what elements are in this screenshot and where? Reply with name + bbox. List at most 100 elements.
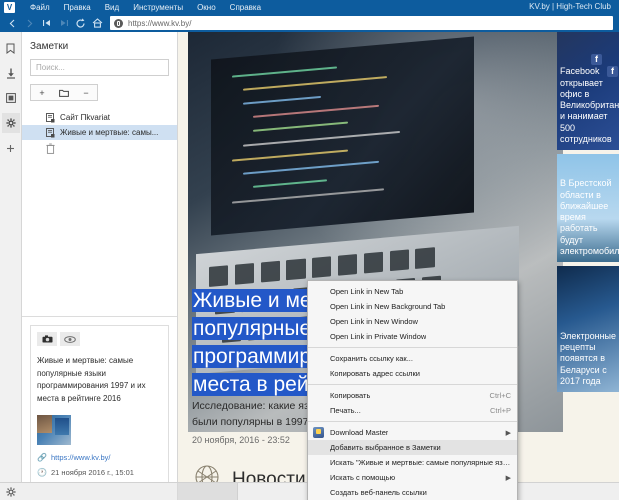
back-icon[interactable] (4, 15, 21, 31)
add-panel-icon[interactable] (2, 138, 20, 158)
notes-list: Сайт Пkvariat Живые и мертвые: самы... (22, 110, 177, 156)
new-folder-icon[interactable] (53, 85, 75, 100)
home-icon[interactable] (89, 15, 106, 31)
hero-laptop-screen (210, 36, 473, 236)
news-card-1[interactable]: f f Facebook открывает офис в Великобрит… (557, 32, 619, 150)
context-menu-separator (308, 384, 517, 385)
notes-panel: Заметки Поиск... + − Сайт Пkvariat Живые… (22, 32, 178, 500)
news-sidebar: f f Facebook открывает офис в Великобрит… (557, 32, 619, 392)
note-detail-toolbar (37, 332, 162, 347)
note-detail-url[interactable]: https://www.kv.by/ (51, 453, 110, 462)
note-detail-url-row: 🔗 https://www.kv.by/ (37, 453, 162, 462)
reload-icon[interactable] (72, 15, 89, 31)
panels-icon[interactable] (2, 88, 20, 108)
context-menu-separator (308, 421, 517, 422)
context-menu-item-label: Искать "Живые и мертвые: самые популярны… (330, 458, 511, 467)
status-gear-icon[interactable] (0, 486, 22, 497)
context-menu-item[interactable]: Download Master ▶ (308, 425, 517, 440)
news-card-text: Электронные рецепты появятся в Беларуси … (560, 330, 617, 386)
notes-panel-title: Заметки (30, 41, 69, 52)
context-menu-item[interactable]: Сохранить ссылку как... (308, 351, 517, 366)
notes-search-placeholder: Поиск... (36, 63, 65, 72)
bookmarks-icon[interactable] (2, 38, 20, 58)
context-menu-item[interactable]: Копировать адрес ссылки (308, 366, 517, 381)
context-menu-item-shortcut: Ctrl+C (489, 391, 511, 400)
note-detail-card: Живые и мертвые: самые популярные языки … (30, 325, 169, 492)
note-list-item-label: Живые и мертвые: самы... (60, 128, 159, 137)
news-card-2[interactable]: В Брестской области в ближайшее время ра… (557, 154, 619, 262)
browser-window: V Файл Правка Вид Инструменты Окно Справ… (0, 0, 619, 500)
context-menu-item-label: Копировать (330, 391, 371, 400)
status-bar-segment-filled (178, 482, 238, 500)
note-list-item-1[interactable]: Сайт Пkvariat (22, 110, 177, 125)
context-menu-item[interactable]: Искать с помощью ▶ (308, 470, 517, 485)
context-menu-item[interactable]: Open Link in New Background Tab (308, 299, 517, 314)
status-bar-segment (22, 482, 178, 500)
context-menu-item-label: Download Master (330, 428, 389, 437)
note-detail-date-row: 🕐 21 ноября 2016 г., 15:01 (37, 468, 162, 477)
navigation-toolbar: https://www.kv.by/ (0, 14, 619, 32)
context-menu-item-label: Open Link in New Tab (330, 287, 404, 296)
context-menu-item[interactable]: Копировать Ctrl+C (308, 388, 517, 403)
clock-icon: 🕐 (37, 468, 47, 477)
menu-item-edit[interactable]: Правка (57, 3, 98, 12)
menu-item-tools[interactable]: Инструменты (126, 3, 190, 12)
security-icon (114, 18, 123, 28)
context-menu-item-label: Создать веб-панель ссылки (330, 488, 427, 497)
app-logo-icon[interactable]: V (4, 1, 15, 13)
context-menu-item[interactable]: Печать... Ctrl+P (308, 403, 517, 418)
menu-item-view[interactable]: Вид (98, 3, 126, 12)
context-menu-item-label: Добавить выбранное в Заметки (330, 443, 441, 452)
context-menu-item[interactable]: Open Link in Private Window (308, 329, 517, 344)
note-list-item-2[interactable]: Живые и мертвые: самы... (22, 125, 177, 140)
context-menu-item-label: Копировать адрес ссылки (330, 369, 420, 378)
menu-item-file[interactable]: Файл (23, 3, 57, 12)
forward-icon[interactable] (21, 15, 38, 31)
context-menu-item-label: Open Link in New Window (330, 317, 418, 326)
context-menu-item[interactable]: Добавить выбранное в Заметки (308, 440, 517, 455)
add-note-button[interactable]: + (31, 85, 53, 100)
news-card-3[interactable]: Электронные рецепты появятся в Беларуси … (557, 266, 619, 392)
fast-forward-icon[interactable] (55, 15, 72, 31)
notes-toolbar: + − (30, 84, 98, 101)
panel-rail (0, 32, 22, 500)
menu-bar: V Файл Правка Вид Инструменты Окно Справ… (0, 0, 619, 14)
context-menu-item-label: Искать с помощью (330, 473, 396, 482)
address-bar[interactable]: https://www.kv.by/ (110, 16, 613, 30)
notes-trash-item[interactable] (22, 140, 177, 156)
notes-divider (22, 316, 177, 318)
remove-note-button[interactable]: − (75, 85, 97, 100)
menu-item-help[interactable]: Справка (223, 3, 268, 12)
news-card-text: Facebook открывает офис в Великобритании… (560, 66, 619, 144)
context-menu-item-label: Open Link in New Background Tab (330, 302, 446, 311)
context-menu-item-label: Сохранить ссылку как... (330, 354, 413, 363)
rewind-icon[interactable] (38, 15, 55, 31)
submenu-arrow-icon: ▶ (505, 474, 511, 482)
context-menu-item[interactable]: Создать веб-панель ссылки (308, 485, 517, 500)
context-menu-item[interactable]: Open Link in New Tab (308, 284, 517, 299)
note-detail-thumbnail[interactable] (37, 415, 71, 445)
note-list-item-label: Сайт Пkvariat (60, 113, 110, 122)
address-bar-value[interactable]: https://www.kv.by/ (128, 19, 191, 28)
trash-icon (46, 143, 55, 154)
note-detail-text: Живые и мертвые: самые популярные языки … (37, 356, 146, 403)
link-icon: 🔗 (37, 453, 47, 462)
note-icon (46, 112, 55, 122)
settings-icon[interactable] (1, 113, 20, 133)
context-menu[interactable]: Open Link in New Tab Open Link in New Bac… (307, 280, 518, 500)
downloads-icon[interactable] (2, 63, 20, 83)
news-card-text: В Брестской области в ближайшее время ра… (560, 178, 619, 256)
context-menu-separator (308, 347, 517, 348)
camera-icon[interactable] (37, 332, 57, 347)
submenu-arrow-icon: ▶ (505, 429, 511, 437)
window-title: KV.by | High-Tech Club (529, 2, 611, 11)
notes-search-input[interactable]: Поиск... (30, 59, 169, 76)
context-menu-item[interactable]: Искать "Живые и мертвые: самые популярны… (308, 455, 517, 470)
context-menu-item-label: Печать... (330, 406, 361, 415)
context-menu-item[interactable]: Open Link in New Window (308, 314, 517, 329)
download-master-icon (313, 426, 325, 439)
note-icon (46, 127, 55, 137)
eye-icon[interactable] (60, 332, 80, 347)
menu-item-window[interactable]: Окно (190, 3, 223, 12)
context-menu-item-shortcut: Ctrl+P (489, 406, 511, 415)
